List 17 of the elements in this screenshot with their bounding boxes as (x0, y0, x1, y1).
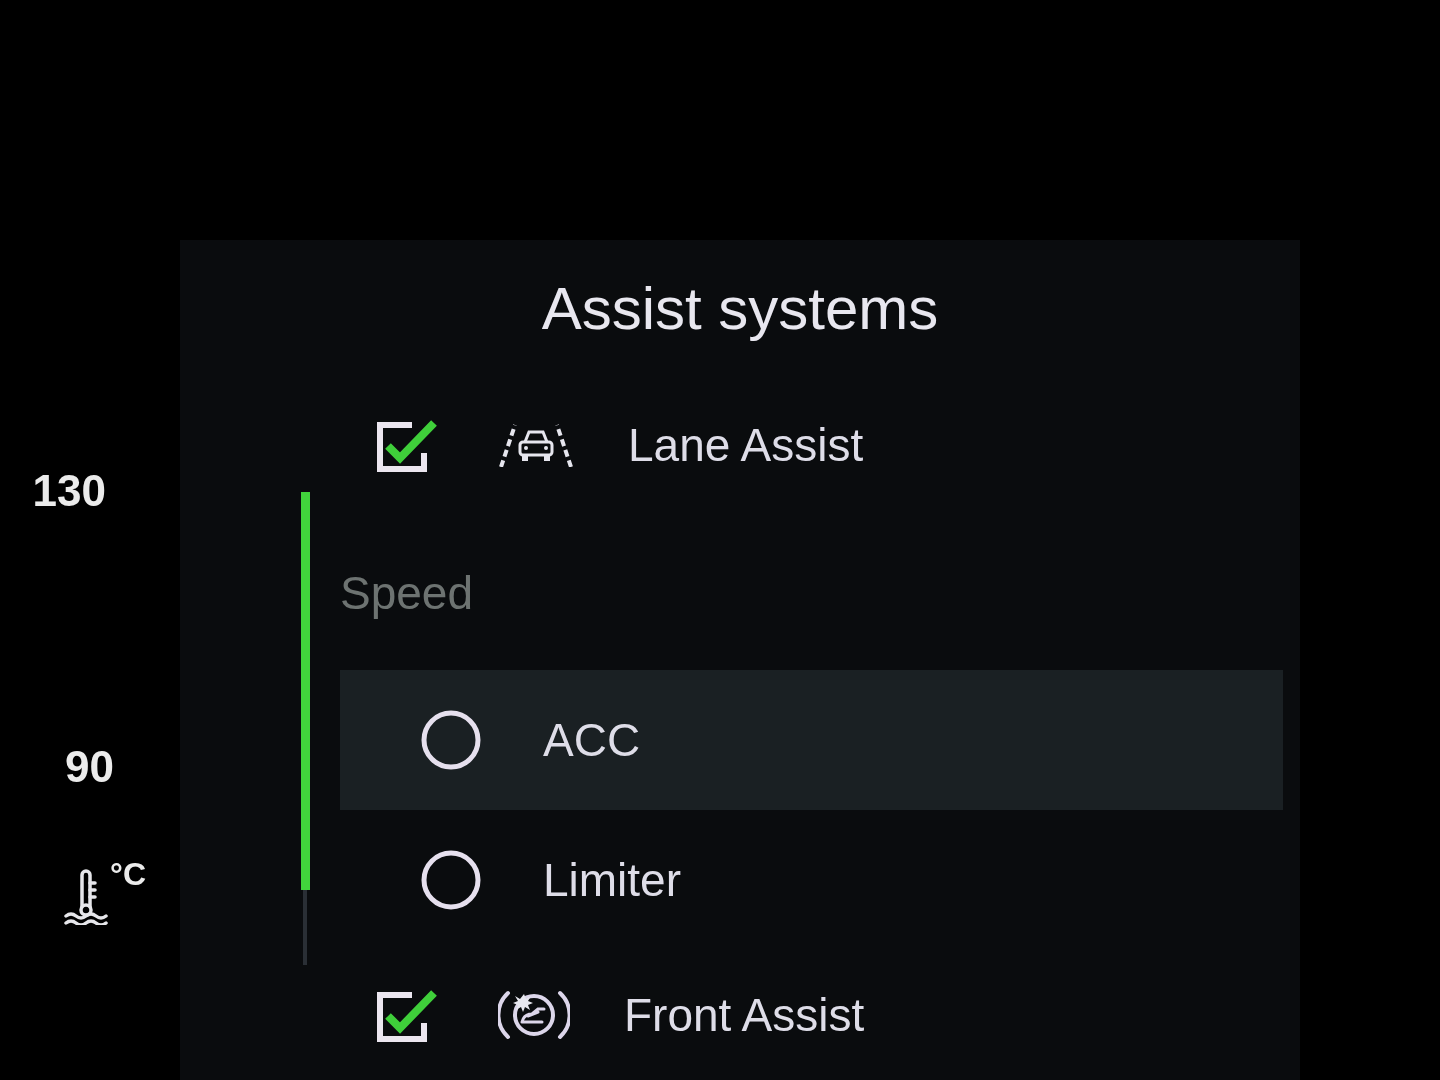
radio-button[interactable] (420, 849, 482, 911)
radio-button[interactable] (420, 709, 482, 771)
menu-item[interactable]: Limiter (340, 810, 1283, 950)
gauge-label: 130 (32, 467, 106, 515)
menu-item[interactable]: Lane Assist (340, 380, 1283, 510)
item-label: Front Assist (624, 988, 865, 1042)
menu-item[interactable]: Front Assist (340, 950, 1283, 1080)
menu-item[interactable]: ACC (340, 670, 1283, 810)
gauge-label: 90 (65, 743, 114, 791)
menu-title: Assist systems (541, 276, 939, 342)
item-label: ACC (543, 713, 641, 767)
coolant-thermometer-icon (64, 869, 109, 925)
lane-car-icon (498, 423, 574, 467)
section-header: Speed (340, 566, 473, 621)
item-label: Lane Assist (628, 418, 864, 472)
temperature-unit: °C (110, 857, 146, 891)
item-label: Limiter (543, 853, 682, 907)
